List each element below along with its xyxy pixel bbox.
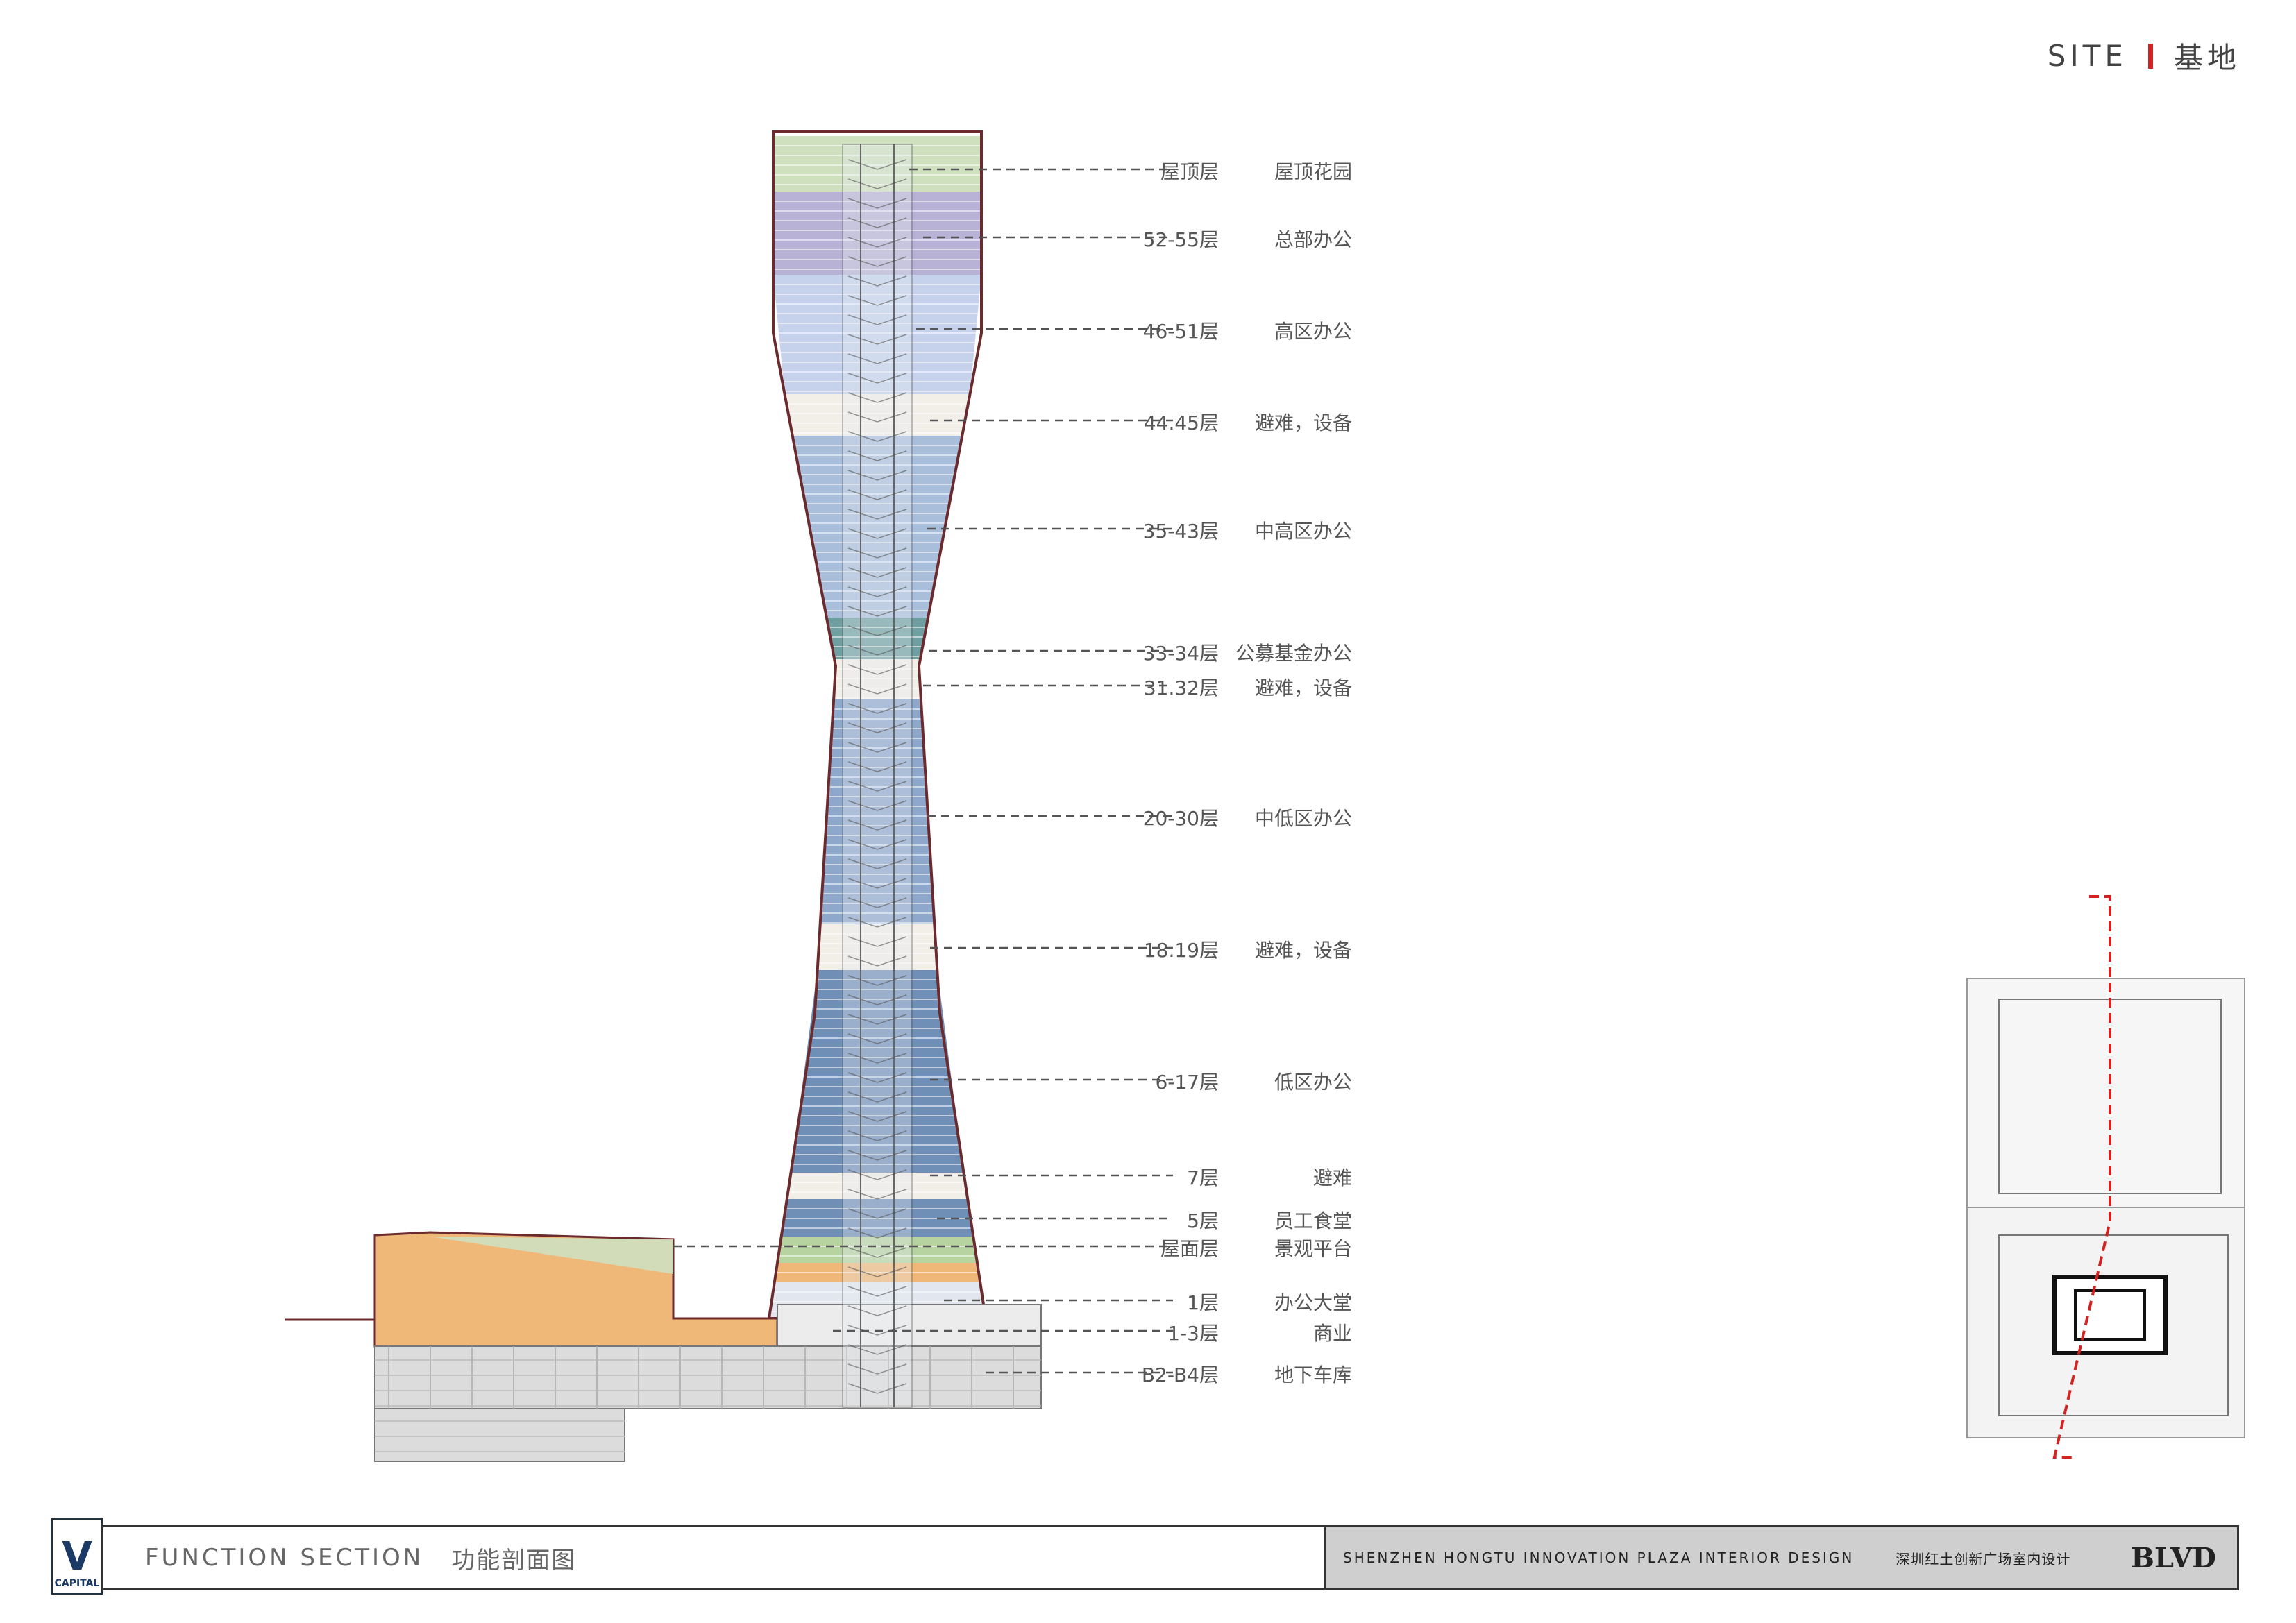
project-name-en: SHENZHEN HONGTU INNOVATION PLAZA INTERIO… (1343, 1549, 1855, 1566)
site-plan-key (1966, 895, 2245, 1459)
function-label: 员工食堂 (1274, 1209, 1352, 1232)
basement-garage (374, 1345, 1042, 1409)
basement-garage-lower (374, 1408, 625, 1462)
function-label: 中高区办公 (1254, 520, 1352, 543)
function-label: 商业 (1312, 1322, 1352, 1345)
designer-brand-logo: BLVD (2131, 1541, 2216, 1574)
function-label: 避难 (1312, 1166, 1352, 1189)
function-label: 低区办公 (1274, 1071, 1352, 1094)
function-label: 避难，设备 (1254, 939, 1352, 962)
function-label: 总部办公 (1274, 228, 1352, 251)
core-shaft (842, 144, 913, 1408)
site-ground-line (285, 1235, 376, 1321)
function-label: 中低区办公 (1254, 807, 1352, 830)
title-block-left: FUNCTION SECTION 功能剖面图 (103, 1527, 1326, 1588)
vertical-core (842, 144, 913, 1408)
sheet-title-cn: 功能剖面图 (451, 1546, 577, 1574)
title-block-right: SHENZHEN HONGTU INNOVATION PLAZA INTERIO… (1326, 1527, 2237, 1588)
logo-letter: V (62, 1534, 92, 1579)
project-name-cn: 深圳红土创新广场室内设计 (1896, 1550, 2071, 1567)
function-label: 避难，设备 (1254, 411, 1352, 434)
title-block: FUNCTION SECTION 功能剖面图 SHENZHEN HONGTU I… (101, 1525, 2239, 1590)
section-sheet: SITE 基地 屋顶层 屋顶花园 52-55层 总部办公 46-51层 高区办公 44.45… (0, 0, 2296, 1623)
site-plan-tower-footprint (2052, 1275, 2168, 1355)
function-label: 公募基金办公 (1235, 642, 1352, 665)
function-label: 屋顶花园 (1274, 160, 1352, 183)
function-label: 景观平台 (1274, 1237, 1352, 1260)
function-label: 办公大堂 (1274, 1291, 1352, 1314)
function-label: 地下车库 (1274, 1363, 1352, 1386)
logo-text: CAPITAL (54, 1578, 100, 1589)
capital-logo: V CAPITAL (51, 1518, 103, 1595)
sheet-title-en: FUNCTION SECTION (145, 1544, 424, 1572)
function-label: 避难，设备 (1254, 677, 1352, 699)
function-label: 高区办公 (1274, 320, 1352, 343)
